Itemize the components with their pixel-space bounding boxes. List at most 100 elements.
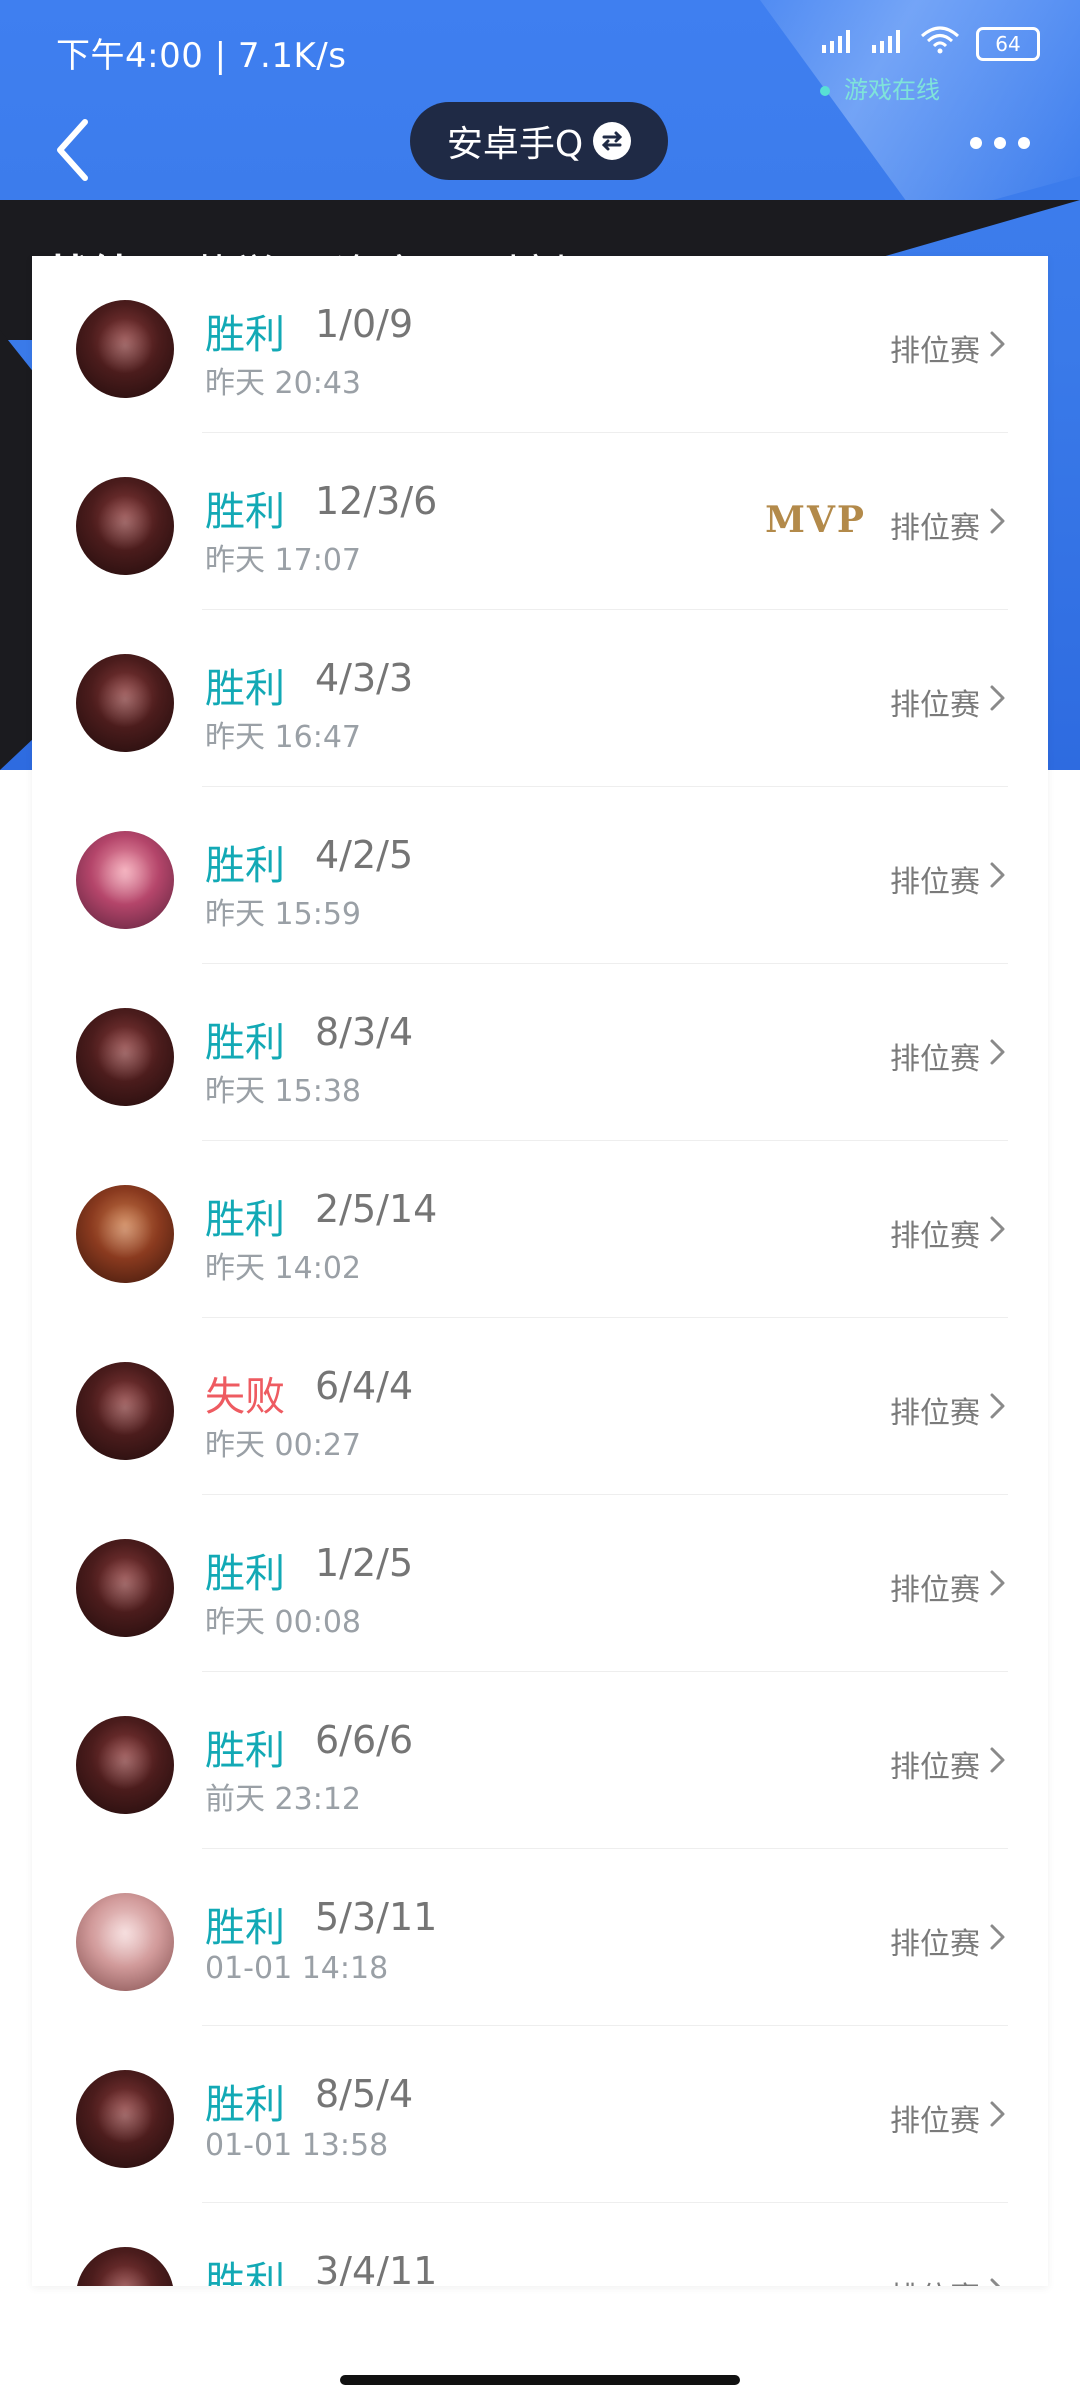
match-kda: 8/3/4 [315, 1010, 414, 1054]
match-time: 昨天 17:07 [205, 543, 361, 578]
hero-avatar [76, 477, 174, 575]
match-kda: 1/2/5 [315, 1541, 414, 1585]
match-row[interactable]: 胜利 8/5/4 01-01 13:58 排位赛 [32, 2026, 1048, 2203]
battery-indicator: 64 [976, 26, 1040, 61]
match-mode: 排位赛 [890, 865, 980, 900]
match-time: 昨天 15:38 [205, 1074, 361, 1109]
chevron-right-icon [990, 1570, 1005, 1596]
match-mode: 排位赛 [890, 2273, 980, 2286]
match-result: 胜利 [205, 666, 285, 712]
match-row[interactable]: 胜利 6/6/6 前天 23:12 排位赛 [32, 1672, 1048, 1849]
match-row[interactable]: 胜利 2/5/14 昨天 14:02 排位赛 [32, 1141, 1048, 1318]
chevron-right-icon [990, 331, 1005, 357]
hero-avatar [76, 2247, 174, 2286]
back-icon[interactable] [40, 110, 110, 190]
match-result: 失败 [205, 1374, 285, 1420]
match-result: 胜利 [205, 2082, 285, 2128]
match-kda: 4/3/3 [315, 656, 414, 700]
hero-avatar [76, 300, 174, 398]
chevron-right-icon [990, 1924, 1005, 1950]
hero-avatar [76, 2070, 174, 2168]
match-time: 昨天 20:43 [205, 366, 361, 401]
match-row[interactable]: 胜利 5/3/11 01-01 14:18 排位赛 [32, 1849, 1048, 2026]
match-kda: 1/0/9 [315, 302, 414, 346]
match-time: 昨天 00:08 [205, 1605, 361, 1640]
avatar-shading [94, 672, 156, 734]
chevron-right-icon [990, 1393, 1005, 1419]
match-kda: 8/5/4 [315, 2072, 414, 2116]
hero-avatar [76, 1185, 174, 1283]
avatar-shading [94, 1557, 156, 1619]
hero-avatar [76, 1539, 174, 1637]
match-mode: 排位赛 [890, 1927, 980, 1962]
hero-avatar [76, 1893, 174, 1991]
wifi-icon [920, 26, 960, 61]
match-result: 胜利 [205, 489, 285, 535]
swap-icon [593, 122, 632, 160]
match-kda: 3/4/11 [315, 2249, 438, 2286]
match-row[interactable]: 胜利 12/3/6 昨天 17:07 MVP 排位赛 [32, 433, 1048, 610]
chevron-right-icon [990, 2278, 1001, 2286]
match-mode: 排位赛 [890, 511, 980, 546]
match-row[interactable]: 胜利 4/2/5 昨天 15:59 排位赛 [32, 787, 1048, 964]
avatar-shading [94, 2088, 156, 2150]
signal-icon-2 [870, 27, 904, 60]
match-kda: 2/5/14 [315, 1187, 438, 1231]
more-icon[interactable] [970, 128, 1040, 158]
account-label: 安卓手Q [446, 124, 584, 165]
mvp-badge: MVP [765, 499, 866, 541]
avatar-shading [94, 318, 156, 380]
match-time: 昨天 15:59 [205, 897, 361, 932]
match-mode: 排位赛 [890, 2104, 980, 2139]
avatar-shading [94, 1734, 156, 1796]
hero-avatar [76, 1716, 174, 1814]
chevron-right-icon [990, 508, 1005, 534]
match-row[interactable]: 失败 6/4/4 昨天 00:27 排位赛 [32, 1318, 1048, 1495]
avatar-shading [94, 1203, 156, 1265]
match-row[interactable]: 胜利3/4/1101-01 13:34排位赛 [32, 2203, 1048, 2286]
match-mode: 排位赛 [890, 1396, 980, 1431]
online-dot-icon [820, 86, 831, 96]
match-result: 胜利 [205, 1905, 285, 1951]
match-row[interactable]: 胜利 1/2/5 昨天 00:08 排位赛 [32, 1495, 1048, 1672]
match-time: 01-01 14:18 [205, 1951, 389, 1986]
avatar-shading [94, 1911, 156, 1973]
chevron-right-icon [990, 685, 1005, 711]
match-result: 胜利 [205, 1197, 285, 1243]
hero-avatar [76, 1008, 174, 1106]
avatar-shading [94, 495, 156, 557]
match-mode: 排位赛 [890, 1219, 980, 1254]
match-result: 胜利 [205, 2259, 285, 2286]
match-time: 昨天 16:47 [205, 720, 361, 755]
battery-level: 64 [995, 31, 1021, 56]
match-result: 胜利 [205, 312, 285, 358]
status-time: 下午4:00 | 7.1K/s [56, 36, 347, 76]
match-kda: 5/3/11 [315, 1895, 438, 1939]
chevron-right-icon [990, 1216, 1005, 1242]
match-kda: 6/6/6 [315, 1718, 414, 1762]
match-time: 昨天 00:27 [205, 1428, 361, 1463]
hero-avatar [76, 654, 174, 752]
match-mode: 排位赛 [890, 334, 980, 369]
match-row[interactable]: 胜利 8/3/4 昨天 15:38 排位赛 [32, 964, 1048, 1141]
chevron-right-icon [990, 1039, 1005, 1065]
match-result: 胜利 [205, 1728, 285, 1774]
home-indicator [340, 2375, 740, 2385]
match-list: 胜利 1/0/9 昨天 20:43 排位赛 胜利 12/3/6 昨天 17:07 MVP 排位赛… [32, 256, 1048, 2286]
match-row[interactable]: 胜利 4/3/3 昨天 16:47 排位赛 [32, 610, 1048, 787]
avatar-shading [94, 1026, 156, 1088]
account-switcher[interactable]: 安卓手Q [410, 102, 668, 180]
match-time: 前天 23:12 [205, 1782, 361, 1817]
match-result: 胜利 [205, 1551, 285, 1597]
avatar-shading [94, 849, 156, 911]
status-bar: 下午4:00 | 7.1K/s 64 游戏在线 [0, 0, 1080, 104]
match-row[interactable]: 胜利 1/0/9 昨天 20:43 排位赛 [32, 256, 1048, 433]
match-mode: 排位赛 [890, 1573, 980, 1608]
chevron-right-icon [990, 1747, 1005, 1773]
match-result: 胜利 [205, 1020, 285, 1066]
signal-icon [820, 27, 854, 60]
match-mode: 排位赛 [890, 1042, 980, 1077]
hero-avatar [76, 1362, 174, 1460]
avatar-shading [94, 2265, 156, 2286]
match-time: 01-01 13:58 [205, 2128, 389, 2163]
